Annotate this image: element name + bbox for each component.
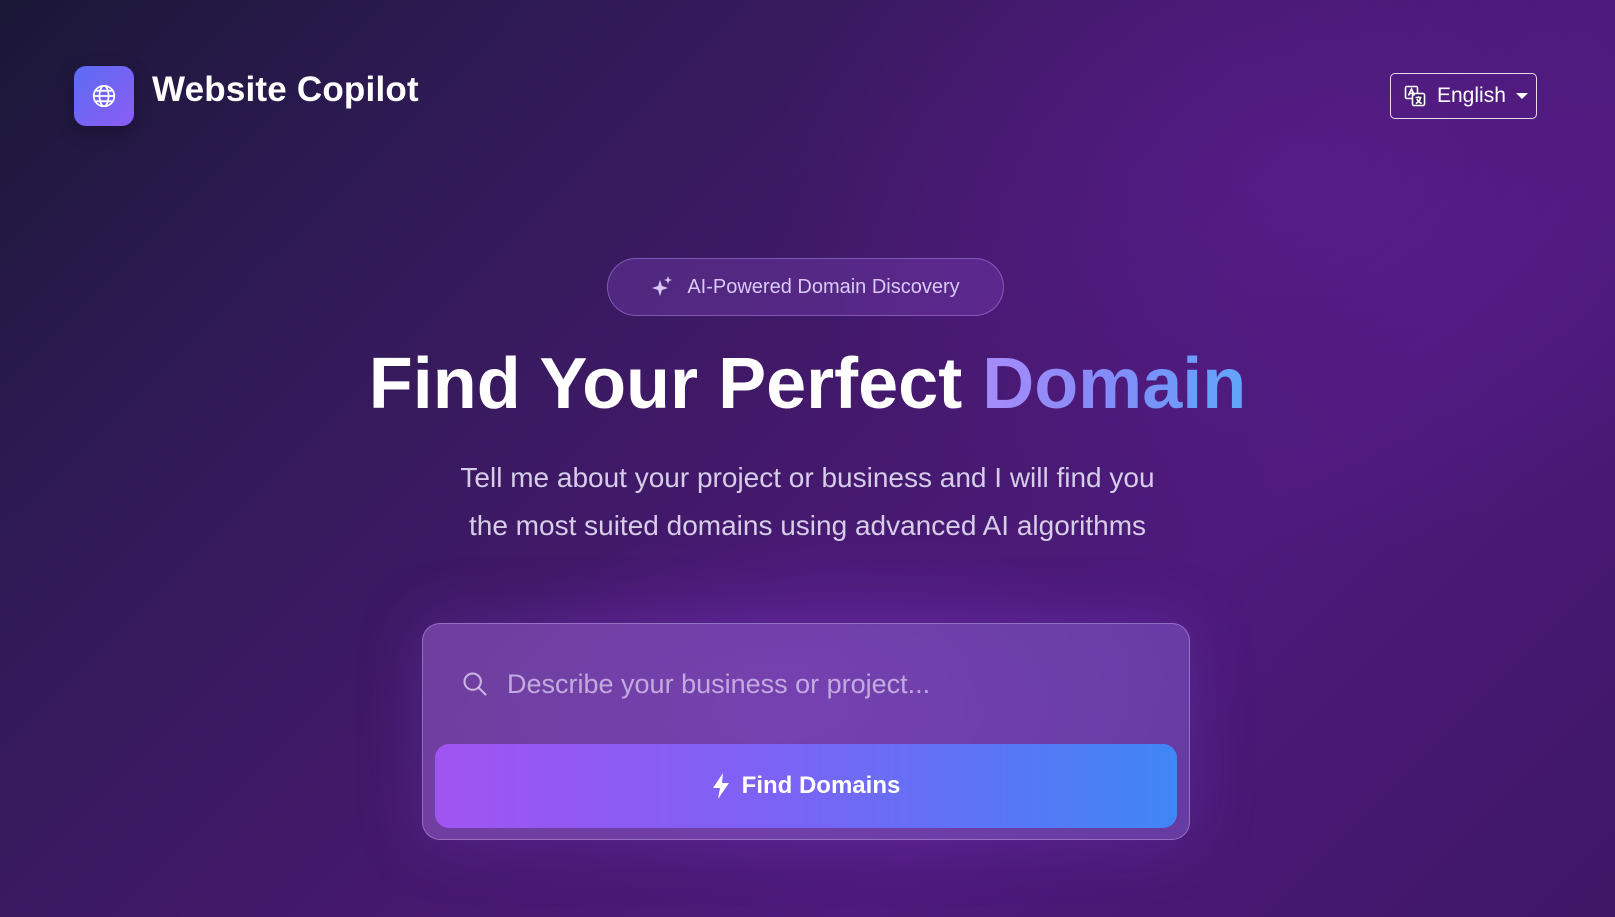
page-title: Find Your Perfect Domain <box>0 338 1615 430</box>
subtitle-line-1: Tell me about your project or business a… <box>460 462 1155 493</box>
title-accent: Domain <box>982 344 1247 424</box>
subtitle-line-2: the most suited domains using advanced A… <box>468 510 1147 541</box>
search-input[interactable] <box>505 667 1149 701</box>
language-label: English <box>1437 84 1506 107</box>
search-field[interactable] <box>423 624 1189 744</box>
lightning-icon <box>712 773 729 799</box>
brand-name[interactable]: Website Copilot <box>152 70 419 110</box>
feature-badge: AI-Powered Domain Discovery <box>607 258 1004 316</box>
search-icon <box>463 672 487 696</box>
find-domains-button[interactable]: Find Domains <box>435 744 1177 828</box>
chevron-down-icon <box>1515 93 1528 99</box>
badge-label: AI-Powered Domain Discovery <box>687 275 960 298</box>
search-card: Find Domains <box>422 623 1190 840</box>
language-selector[interactable]: English <box>1390 73 1537 119</box>
find-domains-label: Find Domains <box>741 772 901 799</box>
globe-icon <box>92 84 116 108</box>
translate-icon <box>1404 85 1426 107</box>
logo[interactable] <box>74 66 134 126</box>
sparkles-icon <box>652 276 673 296</box>
title-main: Find Your Perfect <box>368 344 963 424</box>
